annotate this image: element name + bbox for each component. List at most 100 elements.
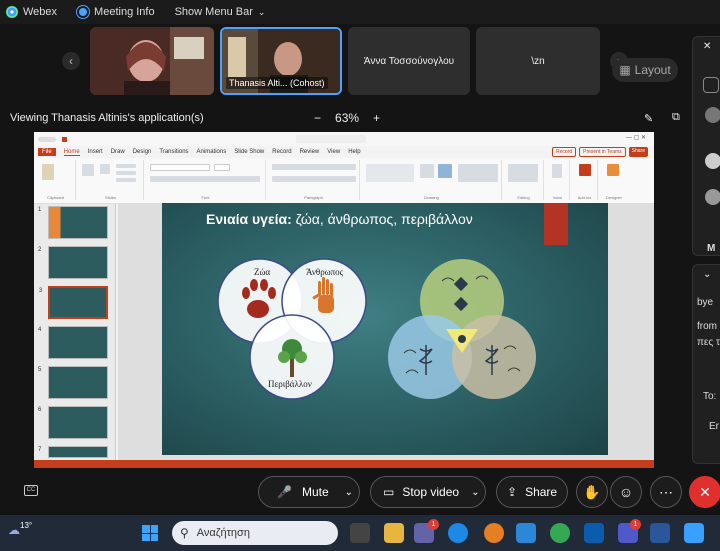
popout-icon[interactable]: ⧉ bbox=[672, 111, 680, 124]
panel-close-icon[interactable]: ✕ bbox=[703, 41, 711, 52]
ribbon-group-editing: Editing bbox=[504, 160, 544, 200]
participant-strip: ‹ Thanasis Alti... (Cohost) Άννα Τοσσούν… bbox=[0, 24, 690, 102]
file-explorer-icon[interactable] bbox=[384, 523, 404, 543]
section-button[interactable] bbox=[116, 178, 136, 182]
chat-input[interactable]: Er bbox=[709, 421, 719, 432]
ppt-tab-slideshow[interactable]: Slide Show bbox=[234, 149, 264, 155]
participant-tile-3[interactable]: Άννα Τοσσούνογλου bbox=[348, 27, 470, 95]
raise-hand-button[interactable]: ✋ bbox=[576, 476, 608, 508]
ppt-tab-view[interactable]: View bbox=[327, 149, 340, 155]
participant-tile-1[interactable] bbox=[90, 27, 214, 95]
save-icon[interactable] bbox=[62, 136, 67, 142]
font-format-buttons[interactable] bbox=[150, 176, 260, 182]
slide-thumbnail-1[interactable]: 1 bbox=[38, 206, 108, 239]
share-button[interactable]: ⇪ Share bbox=[496, 476, 568, 508]
chat-collapse-icon[interactable]: ⌄ bbox=[703, 269, 711, 280]
ppt-window-controls[interactable]: — ▢ ✕ bbox=[626, 134, 646, 141]
ppt-present-teams-button[interactable]: Present in Teams bbox=[579, 147, 626, 157]
strip-prev-button[interactable]: ‹ bbox=[62, 52, 80, 70]
settings-icon[interactable] bbox=[484, 523, 504, 543]
webex-app-menu[interactable]: Webex bbox=[6, 6, 57, 18]
slide-number-7: 7 bbox=[38, 447, 42, 453]
show-menu-bar-button[interactable]: Show Menu Bar ⌄ bbox=[175, 6, 266, 18]
font-name-dropdown[interactable] bbox=[150, 164, 210, 171]
new-slide-icon[interactable] bbox=[82, 164, 94, 176]
participant-name-4: \zn bbox=[531, 55, 545, 67]
slide-thumbnail-3[interactable]: 3 bbox=[39, 286, 108, 319]
participant-tile-4[interactable]: \zn bbox=[476, 27, 600, 95]
ppt-tab-draw[interactable]: Draw bbox=[111, 149, 125, 155]
ppt-tab-design[interactable]: Design bbox=[133, 149, 152, 155]
ppt-tab-home[interactable]: Home bbox=[63, 149, 80, 156]
ppt-tab-record[interactable]: Record bbox=[272, 149, 291, 155]
weather-icon[interactable]: ☁ bbox=[8, 523, 20, 537]
participants-panel: ✕ M bbox=[692, 36, 720, 256]
slide-thumbnail-7[interactable]: 7 bbox=[38, 446, 108, 458]
zoom-in-button[interactable]: + bbox=[373, 111, 380, 125]
ppt-tab-animations[interactable]: Animations bbox=[197, 149, 227, 155]
ppt-record-button[interactable]: Record bbox=[551, 147, 577, 157]
slide-canvas: Ενιαία υγεία: ζώα, άνθρωπος, περιβάλλον bbox=[118, 203, 654, 460]
current-slide[interactable]: Ενιαία υγεία: ζώα, άνθρωπος, περιβάλλον bbox=[162, 203, 608, 455]
slide-thumbnail-6[interactable]: 6 bbox=[38, 406, 108, 439]
reset-button[interactable] bbox=[116, 171, 136, 175]
paste-icon[interactable] bbox=[42, 164, 54, 180]
mute-button[interactable]: 🎤 Mute ⌄ bbox=[258, 476, 360, 508]
chrome-icon[interactable] bbox=[550, 523, 570, 543]
font-size-dropdown[interactable] bbox=[214, 164, 230, 171]
participant-avatar-2 bbox=[705, 153, 720, 169]
ppt-share-button[interactable]: Share bbox=[628, 147, 648, 157]
zoom-out-button[interactable]: − bbox=[314, 111, 321, 125]
stop-video-button[interactable]: ▭ Stop video ⌄ bbox=[370, 476, 486, 508]
shape-format-buttons[interactable] bbox=[458, 164, 498, 182]
designer-icon[interactable] bbox=[607, 164, 619, 176]
word-icon[interactable] bbox=[650, 523, 670, 543]
photos-icon[interactable] bbox=[684, 523, 704, 543]
ribbon-group-addins: Add-ins bbox=[572, 160, 598, 200]
store-icon[interactable] bbox=[516, 523, 536, 543]
autosave-toggle[interactable] bbox=[38, 136, 56, 142]
webex-taskbar-icon[interactable] bbox=[584, 523, 604, 543]
hand-icon: ✋ bbox=[583, 483, 601, 500]
smiley-icon: ☺ bbox=[618, 484, 634, 500]
meeting-info-button[interactable]: Meeting Info bbox=[77, 6, 155, 18]
dictate-icon[interactable] bbox=[552, 164, 562, 178]
ppt-tab-help[interactable]: Help bbox=[348, 149, 360, 155]
ppt-tab-transitions[interactable]: Transitions bbox=[159, 149, 188, 155]
ribbon-label-clipboard: Clipboard bbox=[46, 195, 65, 200]
mute-options-chevron-icon[interactable]: ⌄ bbox=[345, 487, 353, 498]
list-buttons[interactable] bbox=[272, 164, 356, 170]
addins-icon[interactable] bbox=[579, 164, 591, 176]
leave-meeting-button[interactable]: ✕ bbox=[689, 476, 720, 508]
slide-thumbnail-2[interactable]: 2 bbox=[38, 246, 108, 279]
slide-thumbnail-5[interactable]: 5 bbox=[38, 366, 108, 399]
meeting-controls: CC 🎤 Mute ⌄ ▭ Stop video ⌄ ⇪ Share ✋ ☺ ⋯… bbox=[0, 470, 720, 514]
find-replace-select[interactable] bbox=[508, 164, 538, 182]
ppt-search-icon[interactable] bbox=[296, 135, 366, 143]
layout-button[interactable]: ▦ Layout bbox=[612, 58, 678, 82]
ppt-tab-review[interactable]: Review bbox=[300, 149, 320, 155]
edge-icon[interactable] bbox=[448, 523, 468, 543]
panel-search-icon[interactable] bbox=[703, 77, 719, 93]
shared-application[interactable]: — ▢ ✕ File Home Insert Draw Design Trans… bbox=[34, 132, 654, 468]
task-view-icon[interactable] bbox=[350, 523, 370, 543]
align-buttons[interactable] bbox=[272, 176, 356, 182]
shapes-gallery[interactable] bbox=[366, 164, 414, 182]
closed-captions-icon[interactable]: CC bbox=[24, 485, 38, 496]
annotate-icon[interactable]: ✎ bbox=[644, 112, 653, 125]
reuse-slides-icon[interactable] bbox=[100, 164, 110, 174]
layout-dropdown[interactable] bbox=[116, 164, 136, 168]
more-options-button[interactable]: ⋯ bbox=[650, 476, 682, 508]
slide-number-6: 6 bbox=[38, 407, 42, 413]
ppt-tab-file[interactable]: File bbox=[38, 148, 56, 156]
reactions-button[interactable]: ☺ bbox=[610, 476, 642, 508]
ppt-tab-insert[interactable]: Insert bbox=[88, 149, 103, 155]
quick-styles-icon[interactable] bbox=[438, 164, 452, 178]
video-options-chevron-icon[interactable]: ⌄ bbox=[471, 487, 479, 498]
venn-label-human: Άνθρωπος bbox=[306, 267, 344, 277]
arrange-icon[interactable] bbox=[420, 164, 434, 178]
start-button[interactable] bbox=[142, 525, 158, 541]
participant-tile-2[interactable]: Thanasis Alti... (Cohost) bbox=[220, 27, 342, 95]
taskbar-search[interactable]: ⚲ Αναζήτηση bbox=[172, 521, 338, 545]
slide-thumbnail-4[interactable]: 4 bbox=[38, 326, 108, 359]
